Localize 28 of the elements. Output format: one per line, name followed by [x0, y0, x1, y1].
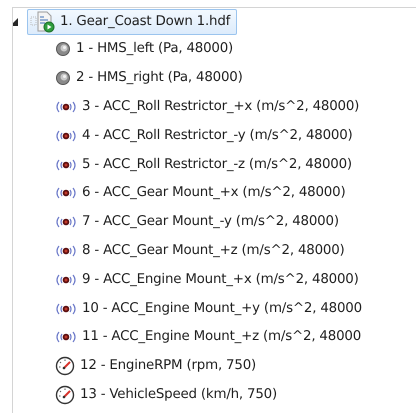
tree-item[interactable]: 7 - ACC_Gear Mount_-y (m/s^2, 48000)	[53, 208, 416, 237]
file-icon	[30, 11, 56, 33]
tree-item[interactable]: 9 - ACC_Engine Mount_+x (m/s^2, 48000)	[53, 265, 416, 294]
vibration-icon	[55, 302, 77, 316]
tree-item[interactable]: 1. Gear_Coast Down 1.hdf	[27, 9, 238, 35]
vibration-icon	[55, 215, 77, 230]
tree-item[interactable]: 12 - EngineRPM (rpm, 750)	[53, 352, 416, 381]
speaker-icon	[55, 41, 71, 58]
tree-item[interactable]: 8 - ACC_Gear Mount_+z (m/s^2, 48000)	[53, 236, 416, 266]
tree-item[interactable]: 13 - VehicleSpeed (km/h, 750)	[53, 380, 416, 410]
tree-item[interactable]: 11 - ACC_Engine Mount_+z (m/s^2, 48000	[53, 322, 416, 352]
gauge-icon	[55, 384, 75, 405]
vibration-icon	[55, 100, 77, 114]
tree-item[interactable]: 6 - ACC_Gear Mount_+x (m/s^2, 48000)	[53, 178, 416, 208]
tree-item[interactable]: 4 - ACC_Roll Restrictor_-y (m/s^2, 48000)	[53, 121, 416, 150]
vibration-icon	[55, 330, 77, 344]
vibration-icon	[55, 186, 77, 200]
tree-item[interactable]: 5 - ACC_Roll Restrictor_-z (m/s^2, 48000)	[53, 150, 416, 179]
vibration-icon	[55, 244, 77, 258]
speaker-icon	[55, 70, 71, 86]
vibration-icon	[55, 158, 77, 172]
vibration-icon	[55, 272, 77, 287]
vibration-icon	[55, 128, 77, 143]
tree-item[interactable]: 3 - ACC_Roll Restrictor_+x (m/s^2, 48000)	[53, 92, 416, 122]
tree-item[interactable]: 1 - HMS_left (Pa, 48000)	[53, 35, 416, 64]
tree-item[interactable]: 10 - ACC_Engine Mount_+y (m/s^2, 48000	[53, 294, 416, 323]
gauge-icon	[55, 356, 75, 376]
tree-item[interactable]: 2 - HMS_right (Pa, 48000)	[53, 64, 416, 93]
